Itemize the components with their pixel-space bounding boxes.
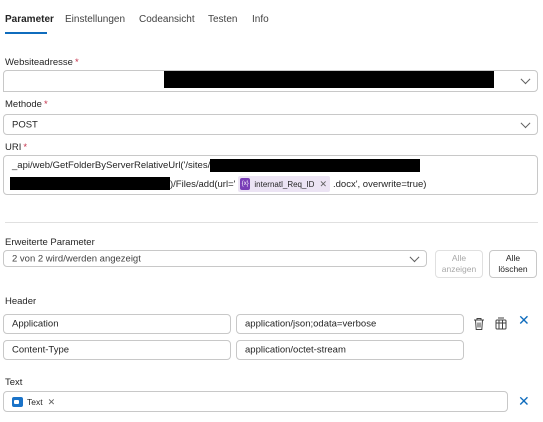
required-marker: * bbox=[74, 57, 79, 68]
clear-all-button[interactable]: Alle löschen bbox=[489, 250, 537, 278]
active-tab-indicator bbox=[5, 32, 47, 34]
redacted-block bbox=[164, 71, 494, 88]
redacted-block bbox=[210, 159, 420, 172]
method-label-text: Methode bbox=[5, 99, 42, 110]
website-dropdown[interactable] bbox=[3, 70, 538, 92]
header-value-value: application/octet-stream bbox=[245, 344, 346, 356]
clear-all-line2: löschen bbox=[498, 264, 528, 274]
close-icon[interactable]: ✕ bbox=[518, 394, 530, 408]
close-icon[interactable]: ✕ bbox=[518, 313, 530, 327]
header-key-value: Application bbox=[12, 318, 59, 330]
tab-parameter[interactable]: Parameter bbox=[5, 14, 54, 25]
header-value-input[interactable]: application/octet-stream bbox=[236, 340, 464, 360]
website-label-text: Websiteadresse bbox=[5, 57, 73, 68]
section-divider bbox=[5, 222, 538, 223]
method-dropdown[interactable]: POST bbox=[3, 114, 538, 135]
clear-all-line1: Alle bbox=[505, 253, 521, 263]
advanced-label: Erweiterte Parameter bbox=[5, 237, 95, 248]
method-label: Methode * bbox=[5, 99, 48, 110]
required-marker: * bbox=[43, 99, 48, 110]
show-all-line1: Alle bbox=[451, 253, 467, 263]
chevron-down-icon bbox=[520, 117, 531, 128]
tab-bar: Parameter Einstellungen Codeansicht Test… bbox=[0, 0, 543, 38]
variable-icon: {x} bbox=[240, 178, 251, 190]
chevron-down-icon bbox=[520, 74, 531, 85]
word-icon bbox=[12, 397, 23, 407]
tab-einstellungen[interactable]: Einstellungen bbox=[65, 14, 125, 25]
header-value-value: application/json;odata=verbose bbox=[245, 318, 377, 330]
method-value: POST bbox=[12, 119, 38, 130]
header-key-input[interactable]: Content-Type bbox=[3, 340, 231, 360]
show-all-button[interactable]: Alle anzeigen bbox=[435, 250, 483, 278]
trash-icon[interactable] bbox=[473, 317, 485, 331]
uri-line-1: _api/web/GetFolderByServerRelativeUrl('/… bbox=[12, 160, 211, 171]
text-token[interactable]: Text ✕ bbox=[12, 395, 55, 409]
header-label: Header bbox=[5, 296, 37, 307]
redacted-block bbox=[10, 177, 170, 190]
tab-codeansicht[interactable]: Codeansicht bbox=[139, 14, 195, 25]
header-key-value: Content-Type bbox=[12, 344, 70, 356]
advanced-dropdown[interactable]: 2 von 2 wird/werden angezeigt bbox=[3, 250, 427, 267]
tab-info[interactable]: Info bbox=[252, 14, 269, 25]
tab-testen[interactable]: Testen bbox=[208, 14, 237, 25]
uri-label: URI * bbox=[5, 142, 27, 153]
token-label: internatl_Req_ID bbox=[254, 179, 315, 189]
advanced-value: 2 von 2 wird/werden angezeigt bbox=[12, 253, 141, 264]
header-value-input[interactable]: application/json;odata=verbose bbox=[236, 314, 464, 334]
show-all-line2: anzeigen bbox=[441, 264, 477, 274]
uri-line-2: )/Files/add(url=' bbox=[170, 179, 236, 190]
token-remove-icon[interactable]: ✕ bbox=[48, 397, 56, 408]
switch-mode-icon[interactable] bbox=[494, 317, 508, 331]
dynamic-token[interactable]: {x} internatl_Req_ID ✕ bbox=[238, 176, 330, 192]
field-corner bbox=[3, 84, 11, 92]
uri-line-2-tail: .docx', overwrite=true) bbox=[333, 179, 427, 190]
text-label: Text bbox=[5, 377, 23, 388]
header-key-input[interactable]: Application bbox=[3, 314, 231, 334]
chevron-down-icon bbox=[409, 251, 420, 262]
text-token-label: Text bbox=[27, 397, 43, 407]
website-label: Websiteadresse * bbox=[5, 57, 79, 68]
text-input[interactable] bbox=[3, 391, 508, 412]
token-remove-icon[interactable]: ✕ bbox=[319, 179, 327, 190]
required-marker: * bbox=[23, 142, 28, 153]
uri-label-text: URI bbox=[5, 142, 22, 153]
